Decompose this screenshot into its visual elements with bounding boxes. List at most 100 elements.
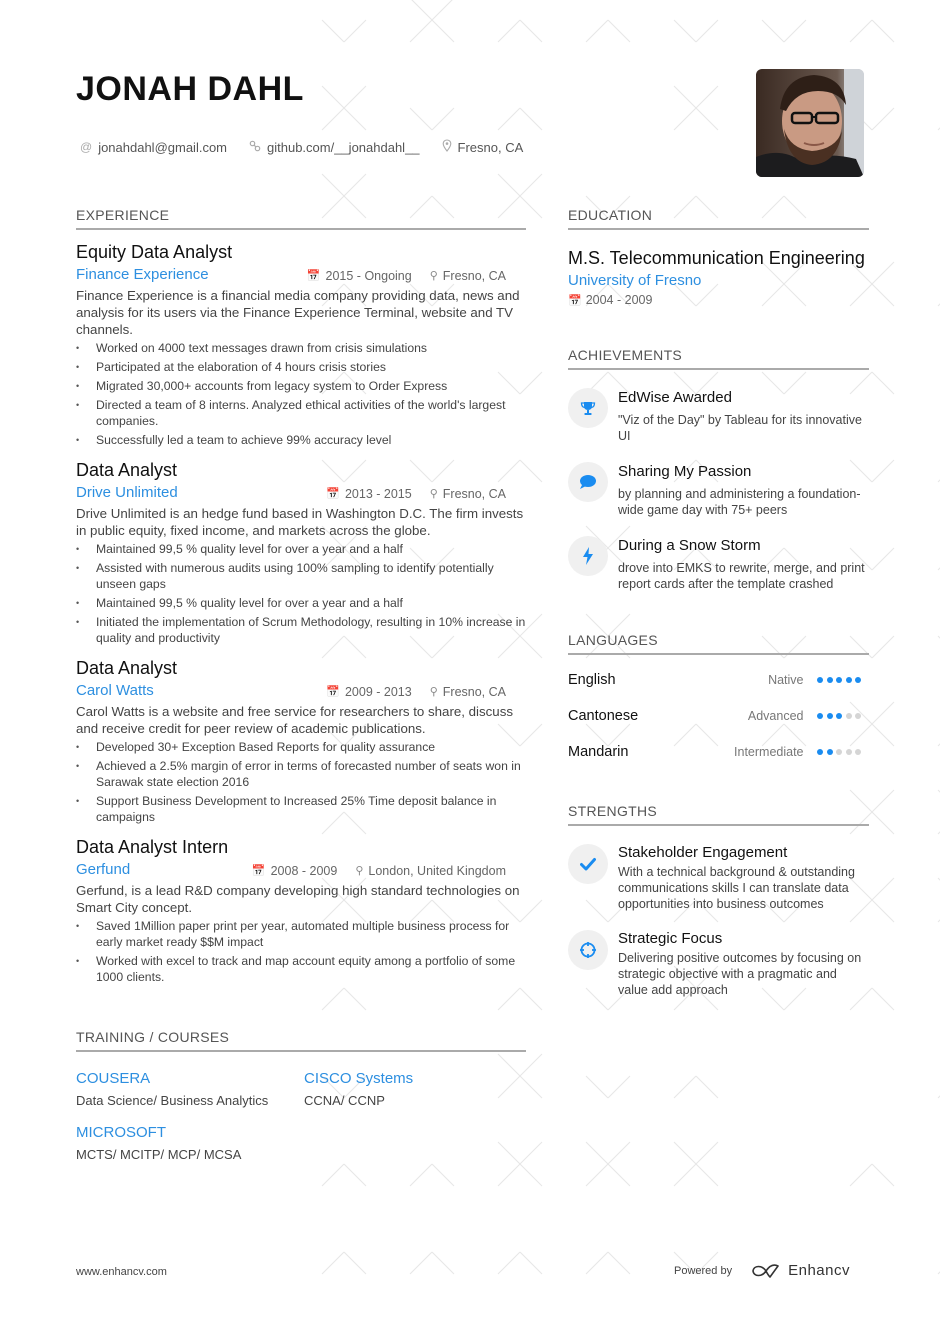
checkmark-icon	[568, 844, 608, 884]
proficiency-dot-filled	[845, 677, 852, 683]
proficiency-dot-filled	[836, 713, 842, 719]
location-icon: ⚲	[429, 686, 438, 698]
resume-page: JONAH DAHL @ jonahdahl@gmail.com github.…	[0, 0, 940, 1330]
course-description: MCTS/ MCITP/ MCP/ MCSA	[76, 1147, 242, 1162]
achievement-title: EdWise Awarded	[618, 389, 732, 406]
achievement-description: by planning and administering a foundati…	[618, 487, 861, 517]
course-provider: CISCO Systems	[304, 1070, 414, 1087]
bullet-item: Achieved a 2.5% margin of error in terms…	[76, 758, 526, 790]
languages-heading: LANGUAGES	[568, 632, 869, 655]
strength-description: Delivering positive outcomes by focusing…	[618, 951, 862, 997]
footer-website[interactable]: www.enhancv.com	[76, 1266, 167, 1278]
bullet-item: Maintained 99,5 % quality level for over…	[76, 595, 526, 611]
company-name[interactable]: Finance Experience	[76, 266, 209, 283]
strength-title: Strategic Focus	[618, 930, 723, 947]
company-name[interactable]: Carol Watts	[76, 682, 154, 699]
bullet-item: Participated at the elaboration of 4 hou…	[76, 359, 526, 375]
language-item: English Native	[568, 669, 869, 691]
proficiency-dot-filled	[826, 749, 833, 755]
job-description: Carol Watts is a website and free servic…	[76, 704, 513, 736]
languages-section: LANGUAGES English Native Cantonese Advan…	[568, 632, 869, 763]
proficiency-dot-filled	[817, 713, 823, 719]
proficiency-dots	[814, 749, 861, 755]
contact-email[interactable]: @ jonahdahl@gmail.com	[80, 139, 227, 155]
calendar-icon: 📅	[326, 488, 340, 500]
enhancv-logo-icon	[752, 1263, 779, 1278]
job-entry: Data Analyst Carol Watts 📅 2009 - 2013 ⚲…	[76, 658, 526, 825]
experience-heading: EXPERIENCE	[76, 207, 526, 230]
proficiency-dot-filled	[817, 749, 823, 755]
job-description: Finance Experience is a financial media …	[76, 288, 520, 337]
job-dates: 2008 - 2009	[270, 863, 338, 878]
at-icon: @	[80, 140, 93, 154]
bullet-item: Directed a team of 8 interns. Analyzed e…	[76, 397, 526, 429]
language-item: Cantonese Advanced	[568, 705, 869, 727]
degree: M.S. Telecommunication Engineering	[568, 248, 865, 268]
job-title: Data Analyst	[76, 658, 178, 678]
strength-item: Stakeholder Engagement With a technical …	[568, 844, 869, 912]
bullet-item: Worked with excel to track and map accou…	[76, 953, 526, 985]
education-section: EDUCATION M.S. Telecommunication Enginee…	[568, 207, 869, 307]
language-item: Mandarin Intermediate	[568, 741, 869, 763]
powered-by-text: Powered by	[674, 1264, 733, 1277]
achievement-title: Sharing My Passion	[618, 463, 752, 480]
location-icon: ⚲	[429, 270, 438, 282]
contact-website[interactable]: github.com/__jonahdahl__	[249, 139, 420, 155]
proficiency-dot-filled	[826, 713, 833, 719]
company-name[interactable]: Drive Unlimited	[76, 484, 178, 501]
achievement-description: drove into EMKS to rewrite, merge, and p…	[618, 561, 865, 591]
education-heading: EDUCATION	[568, 207, 869, 230]
job-title: Data Analyst Intern	[76, 837, 229, 857]
training-section: TRAINING / COURSES COUSERA Data Science/…	[76, 1029, 526, 1162]
job-entry: Data Analyst Intern Gerfund 📅 2008 - 200…	[76, 837, 526, 985]
bullet-item: Support Business Development to Increase…	[76, 793, 526, 825]
strength-title: Stakeholder Engagement	[618, 844, 788, 861]
crosshair-icon	[568, 930, 608, 970]
speech-bubble-icon	[568, 462, 608, 502]
email-text: jonahdahl@gmail.com	[98, 139, 228, 155]
job-title: Data Analyst	[76, 460, 178, 480]
school-name[interactable]: University of Fresno	[568, 272, 869, 289]
achievement-item: Sharing My Passion by planning and admin…	[568, 462, 869, 518]
job-dates: 2015 - Ongoing	[325, 268, 412, 283]
bullet-item: Worked on 4000 text messages drawn from …	[76, 340, 526, 356]
location-text: Fresno, CA	[457, 139, 524, 155]
achievement-title: During a Snow Storm	[618, 537, 761, 554]
achievements-heading: ACHIEVEMENTS	[568, 347, 869, 370]
language-name: Mandarin	[568, 744, 629, 760]
strengths-section: STRENGTHS Stakeholder Engagement With a …	[568, 803, 869, 998]
proficiency-dot-filled	[855, 677, 861, 683]
language-name: Cantonese	[568, 708, 639, 724]
calendar-icon: 📅	[306, 270, 321, 282]
job-bullets: Maintained 99,5 % quality level for over…	[76, 541, 526, 646]
bullet-item: Initiated the implementation of Scrum Me…	[76, 614, 526, 646]
language-level: Advanced	[747, 709, 804, 723]
job-bullets: Worked on 4000 text messages drawn from …	[76, 340, 526, 448]
course-item: CISCO Systems CCNA/ CCNP	[304, 1070, 524, 1108]
job-title: Equity Data Analyst	[76, 242, 233, 262]
job-bullets: Developed 30+ Exception Based Reports fo…	[76, 739, 526, 825]
education-dates: 2004 - 2009	[585, 293, 653, 307]
course-provider: COUSERA	[76, 1070, 151, 1087]
proficiency-dot-empty	[845, 713, 852, 719]
strengths-heading: STRENGTHS	[568, 803, 869, 826]
proficiency-dot-empty	[836, 749, 842, 755]
proficiency-dot-empty	[855, 713, 861, 719]
course-description: Data Science/ Business Analytics	[76, 1093, 269, 1108]
proficiency-dot-empty	[845, 749, 852, 755]
job-location: Fresno, CA	[442, 684, 506, 699]
company-name[interactable]: Gerfund	[76, 861, 130, 878]
bullet-item: Assisted with numerous audits using 100%…	[76, 560, 526, 592]
proficiency-dot-filled	[817, 677, 823, 683]
language-level: Intermediate	[734, 745, 804, 759]
proficiency-dot-empty	[855, 749, 861, 755]
footer-branding: Powered by Enhancv	[674, 1262, 850, 1279]
calendar-icon: 📅	[326, 686, 340, 698]
bullet-item: Migrated 30,000+ accounts from legacy sy…	[76, 378, 526, 394]
proficiency-dot-filled	[826, 677, 833, 683]
job-bullets: Saved 1Million paper print per year, aut…	[76, 918, 526, 985]
strength-item: Strategic Focus Delivering positive outc…	[568, 930, 869, 998]
calendar-icon: 📅	[568, 295, 582, 307]
proficiency-dots	[814, 677, 861, 683]
enhancv-logo[interactable]: Enhancv	[750, 1262, 850, 1279]
